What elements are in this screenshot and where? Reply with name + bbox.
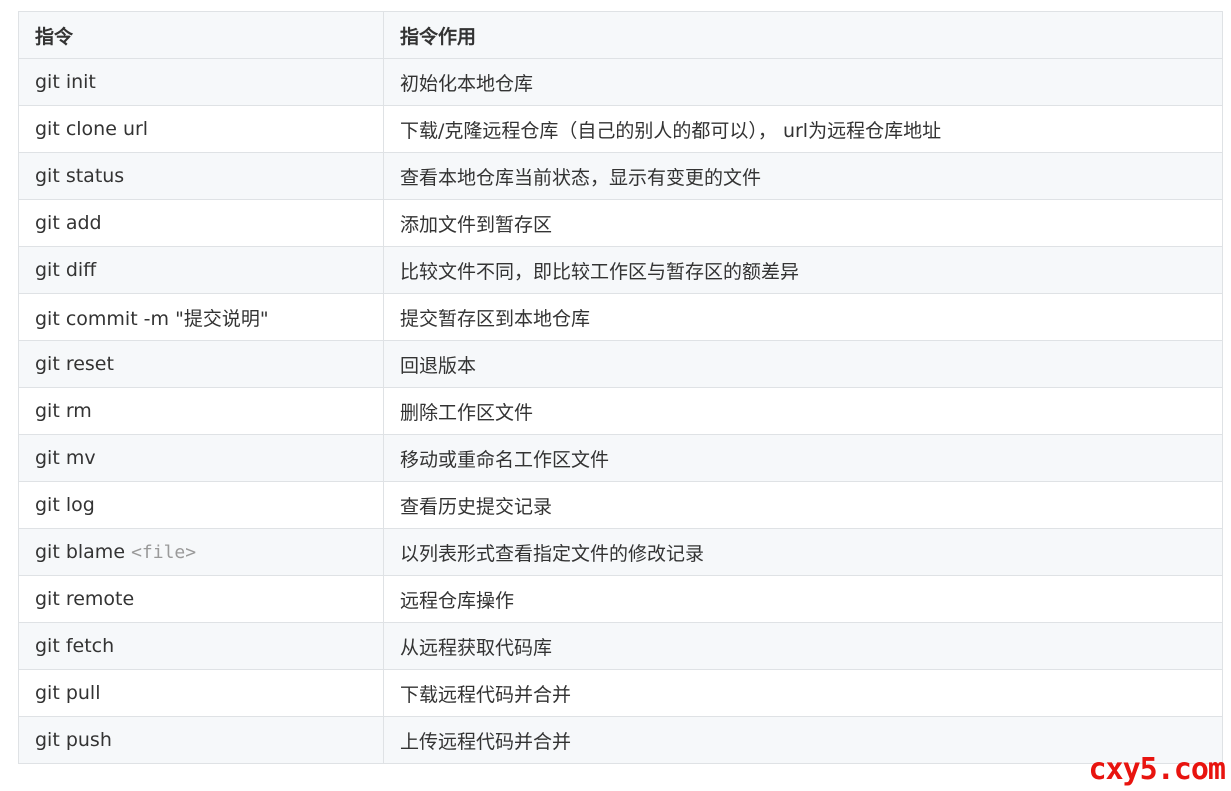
- command-text: git mv: [35, 447, 96, 469]
- command-text: git remote: [35, 588, 135, 610]
- command-cell: git init: [18, 58, 384, 106]
- command-text: git fetch: [35, 635, 115, 657]
- command-text: git init: [35, 71, 96, 93]
- description-cell: 查看历史提交记录: [383, 481, 1223, 529]
- table-body: git init 初始化本地仓库 git clone url 下载/克隆远程仓库（自己…: [18, 58, 1223, 764]
- description-cell: 回退版本: [383, 340, 1223, 388]
- table-row: git remote 远程仓库操作: [18, 575, 1223, 623]
- command-cell: git diff: [18, 246, 384, 294]
- command-cell: git remote: [18, 575, 384, 623]
- table-row: git status 查看本地仓库当前状态，显示有变更的文件: [18, 152, 1223, 200]
- command-cell: git clone url: [18, 105, 384, 153]
- header-row: 指令 指令作用: [18, 11, 1223, 59]
- table-row: git pull 下载远程代码并合并: [18, 669, 1223, 717]
- table-row: git add 添加文件到暂存区: [18, 199, 1223, 247]
- table-row: git diff 比较文件不同，即比较工作区与暂存区的额差异: [18, 246, 1223, 294]
- table-row: git fetch 从远程获取代码库: [18, 622, 1223, 670]
- header-description: 指令作用: [383, 11, 1223, 59]
- command-cell: git push: [18, 716, 384, 764]
- header-command: 指令: [18, 11, 384, 59]
- description-cell: 从远程获取代码库: [383, 622, 1223, 670]
- command-text: git add: [35, 212, 102, 234]
- command-cell: git commit -m "提交说明": [18, 293, 384, 341]
- description-cell: 比较文件不同，即比较工作区与暂存区的额差异: [383, 246, 1223, 294]
- command-cell: git pull: [18, 669, 384, 717]
- table-row: git mv 移动或重命名工作区文件: [18, 434, 1223, 482]
- command-text: git blame: [35, 541, 126, 563]
- command-argument-code: <file>: [131, 542, 197, 563]
- table-row: git rm 删除工作区文件: [18, 387, 1223, 435]
- table-row: git push 上传远程代码并合并: [18, 716, 1223, 764]
- description-cell: 远程仓库操作: [383, 575, 1223, 623]
- command-cell: git status: [18, 152, 384, 200]
- git-commands-table: 指令 指令作用 git init 初始化本地仓库 git clone url 下载/克…: [18, 11, 1223, 764]
- command-cell: git log: [18, 481, 384, 529]
- table-row: git log 查看历史提交记录: [18, 481, 1223, 529]
- table-row: git init 初始化本地仓库: [18, 58, 1223, 106]
- command-text: git pull: [35, 682, 101, 704]
- description-cell: 初始化本地仓库: [383, 58, 1223, 106]
- command-text: git log: [35, 494, 95, 516]
- command-cell: git add: [18, 199, 384, 247]
- command-text: git commit -m "提交说明": [35, 307, 269, 330]
- description-cell: 下载远程代码并合并: [383, 669, 1223, 717]
- description-cell: 移动或重命名工作区文件: [383, 434, 1223, 482]
- command-text: git diff: [35, 259, 97, 281]
- table-row: git commit -m "提交说明" 提交暂存区到本地仓库: [18, 293, 1223, 341]
- description-cell: 下载/克隆远程仓库（自己的别人的都可以）， url为远程仓库地址: [383, 105, 1223, 153]
- command-cell: git rm: [18, 387, 384, 435]
- command-cell: git fetch: [18, 622, 384, 670]
- description-cell: 添加文件到暂存区: [383, 199, 1223, 247]
- site-watermark: cxy5.com: [1088, 752, 1226, 787]
- command-cell: git blame <file>: [18, 528, 384, 576]
- description-cell: 查看本地仓库当前状态，显示有变更的文件: [383, 152, 1223, 200]
- table-row: git clone url 下载/克隆远程仓库（自己的别人的都可以）， url为远…: [18, 105, 1223, 153]
- description-cell: 提交暂存区到本地仓库: [383, 293, 1223, 341]
- command-cell: git mv: [18, 434, 384, 482]
- table-row: git reset 回退版本: [18, 340, 1223, 388]
- table-row: git blame <file> 以列表形式查看指定文件的修改记录: [18, 528, 1223, 576]
- command-text: git rm: [35, 400, 92, 422]
- command-text: git clone url: [35, 118, 149, 140]
- command-text: git reset: [35, 353, 114, 375]
- description-cell: 删除工作区文件: [383, 387, 1223, 435]
- command-text: git push: [35, 729, 112, 751]
- description-cell: 以列表形式查看指定文件的修改记录: [383, 528, 1223, 576]
- table-header: 指令 指令作用: [18, 11, 1223, 59]
- command-text: git status: [35, 165, 125, 187]
- command-cell: git reset: [18, 340, 384, 388]
